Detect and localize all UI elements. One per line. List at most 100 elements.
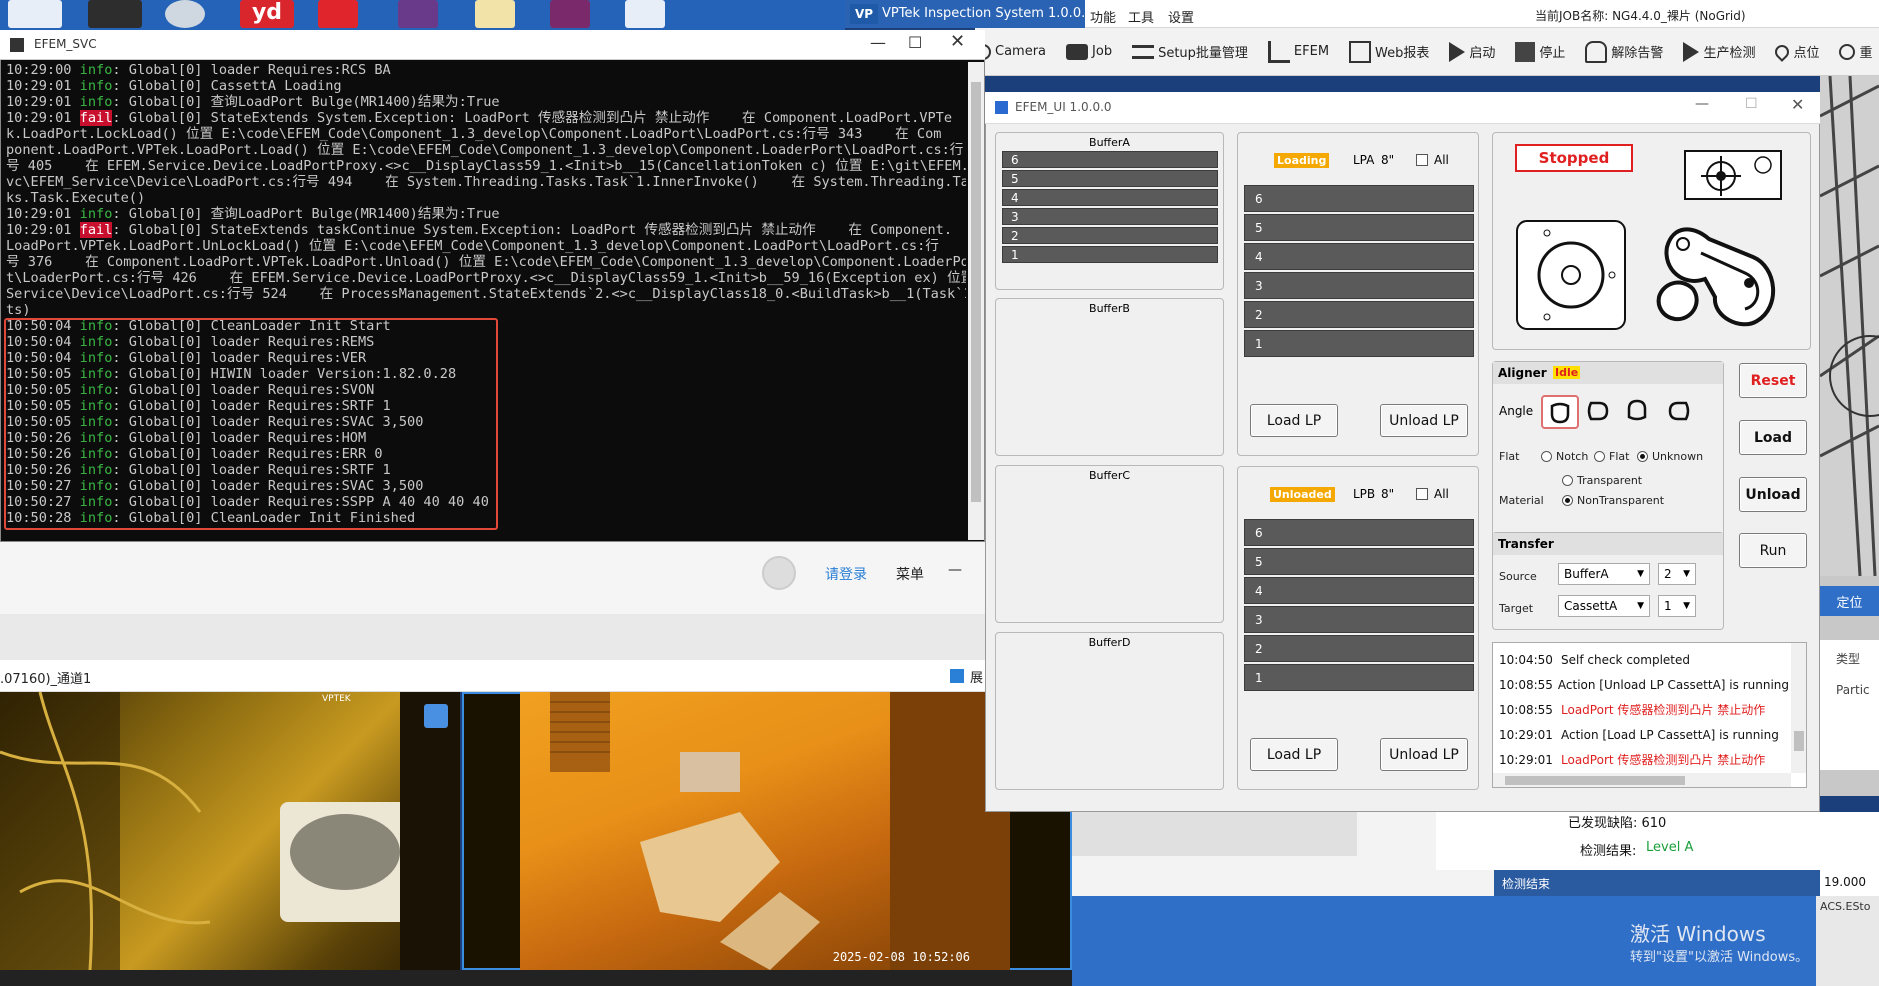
- lpa-slot[interactable]: 5: [1244, 214, 1474, 241]
- buffer-a-slot[interactable]: 3: [1002, 208, 1218, 225]
- console-message: : Global[0] loader Requires:RCS BA: [112, 62, 391, 78]
- target-label: Target: [1499, 602, 1534, 615]
- result-info: 已发现缺陷: 610 检测结果: Level A: [1436, 812, 1879, 870]
- angle-0-button[interactable]: [1541, 395, 1579, 429]
- lpb-slot[interactable]: 5: [1244, 548, 1474, 575]
- buffer-a-slot[interactable]: 4: [1002, 189, 1218, 206]
- log-vscroll-thumb[interactable]: [1794, 731, 1804, 751]
- maximize-icon[interactable]: ☐: [1745, 96, 1758, 112]
- target-slot-select[interactable]: 1 ▼: [1658, 595, 1696, 617]
- folder-icon[interactable]: [475, 0, 515, 28]
- toolbar-job-button[interactable]: Job: [1066, 43, 1112, 60]
- minimize-icon[interactable]: —: [870, 33, 886, 52]
- flat-label: Flat: [1499, 450, 1520, 463]
- angle-90-button[interactable]: [1585, 399, 1609, 427]
- close-icon[interactable]: ✕: [950, 31, 965, 52]
- minimize-button[interactable]: —: [948, 562, 962, 578]
- buffer-a-slot[interactable]: 5: [1002, 170, 1218, 187]
- transparent-radio[interactable]: [1562, 475, 1573, 486]
- robot-panel: Stopped: [1492, 132, 1811, 350]
- lpa-slot[interactable]: 2: [1244, 301, 1474, 328]
- log-vscroll[interactable]: [1791, 643, 1806, 773]
- lpb-slots: 654321: [1244, 519, 1474, 693]
- menu-settings[interactable]: 设置: [1168, 7, 1194, 26]
- lpb-slot[interactable]: 6: [1244, 519, 1474, 546]
- lpb-all-checkbox[interactable]: [1416, 488, 1428, 500]
- unload-button[interactable]: Unload: [1739, 477, 1807, 512]
- red-app-icon[interactable]: [318, 0, 358, 28]
- menu-function[interactable]: 功能: [1090, 7, 1116, 26]
- toolbar-stop-button[interactable]: 停止: [1515, 41, 1565, 62]
- maximize-icon[interactable]: ☐: [908, 33, 922, 52]
- checkbox[interactable]: [950, 669, 964, 683]
- lpa-slot[interactable]: 3: [1244, 272, 1474, 299]
- lpb-slot[interactable]: 1: [1244, 664, 1474, 691]
- camera-icon[interactable]: [165, 0, 205, 28]
- lpb-slot[interactable]: 2: [1244, 635, 1474, 662]
- buffer-a-slot[interactable]: 6: [1002, 151, 1218, 168]
- reset-button[interactable]: Reset: [1739, 363, 1807, 398]
- lpa-slot[interactable]: 4: [1244, 243, 1474, 270]
- load-button[interactable]: Load: [1739, 420, 1807, 455]
- buffer-a-slot[interactable]: 2: [1002, 227, 1218, 244]
- winrar-icon[interactable]: [398, 0, 438, 28]
- buffer-d-title: BufferD: [1088, 636, 1131, 649]
- menu-tools[interactable]: 工具: [1128, 7, 1154, 26]
- toolbar-web-report-button[interactable]: Web报表: [1349, 40, 1429, 63]
- scroll-thumb[interactable]: [971, 82, 981, 502]
- toolbar-production-button[interactable]: 生产检测: [1683, 41, 1755, 62]
- toolbar-efem-button[interactable]: EFEM: [1267, 40, 1329, 63]
- toolbar-camera-button[interactable]: Camera: [975, 43, 1046, 60]
- toolbar-point-button[interactable]: 点位: [1772, 41, 1819, 62]
- toolbar-start-button[interactable]: 启动: [1449, 41, 1495, 62]
- login-link[interactable]: 请登录: [825, 564, 867, 584]
- avatar[interactable]: [762, 556, 796, 590]
- source-label: Source: [1499, 570, 1537, 583]
- camera-feed-1[interactable]: VPTEK: [0, 692, 460, 970]
- angle-180-button[interactable]: [1625, 399, 1649, 427]
- menu-link[interactable]: 菜单: [896, 564, 924, 584]
- winrar-icon[interactable]: [550, 0, 590, 28]
- close-icon[interactable]: ✕: [1791, 95, 1804, 114]
- buffer-a-slot[interactable]: 1: [1002, 246, 1218, 263]
- lpa-all-checkbox[interactable]: [1416, 154, 1428, 166]
- app-icon[interactable]: [8, 0, 62, 28]
- list-icon: [1132, 44, 1155, 59]
- switch-icon[interactable]: [424, 704, 448, 728]
- log-hscroll[interactable]: [1493, 773, 1791, 787]
- channel-label: .07160)_通道1: [0, 672, 92, 687]
- toolbar-clear-alarm-button[interactable]: 解除告警: [1585, 40, 1663, 63]
- lpa-slot[interactable]: 1: [1244, 330, 1474, 357]
- lpb-load-button[interactable]: Load LP: [1250, 738, 1338, 771]
- lpa-slot[interactable]: 6: [1244, 185, 1474, 212]
- acs-label: ACS.ESto: [1816, 896, 1879, 986]
- run-button[interactable]: Run: [1739, 533, 1807, 568]
- locate-button[interactable]: 定位: [1820, 586, 1879, 616]
- flat-radio[interactable]: [1594, 451, 1605, 462]
- lpa-status: Loading: [1274, 153, 1330, 168]
- lpb-slot[interactable]: 4: [1244, 577, 1474, 604]
- log-time: 10:29:01: [1499, 752, 1553, 767]
- target-select[interactable]: CassettA ▼: [1558, 595, 1650, 617]
- notch-radio[interactable]: [1541, 451, 1552, 462]
- lpa-load-button[interactable]: Load LP: [1250, 404, 1338, 437]
- source-slot-value: 2: [1664, 567, 1672, 581]
- unknown-radio[interactable]: [1637, 451, 1648, 462]
- toolbar-refresh-button[interactable]: 重: [1839, 42, 1872, 61]
- nontransparent-radio[interactable]: [1562, 495, 1573, 506]
- lpb-slot[interactable]: 3: [1244, 606, 1474, 633]
- source-select[interactable]: BufferA ▼: [1558, 563, 1650, 585]
- log-hscroll-thumb[interactable]: [1505, 776, 1685, 785]
- toolbar-setup-button[interactable]: Setup批量管理: [1132, 42, 1248, 61]
- source-slot-select[interactable]: 2 ▼: [1658, 563, 1696, 585]
- console-line: 10:29:01 info: Global[0] 查询LoadPort Bulg…: [6, 94, 966, 110]
- document-icon[interactable]: [625, 0, 665, 28]
- angle-270-button[interactable]: [1668, 399, 1692, 427]
- lpb-unload-button[interactable]: Unload LP: [1380, 738, 1468, 771]
- minimize-icon[interactable]: —: [1695, 96, 1709, 112]
- transfer-panel: Transfer Source BufferA ▼ 2 ▼ Target Casse…: [1492, 532, 1724, 630]
- console-scrollbar[interactable]: [968, 62, 984, 540]
- yd-icon[interactable]: yd: [240, 0, 294, 28]
- lpa-unload-button[interactable]: Unload LP: [1380, 404, 1468, 437]
- camera-icon[interactable]: [88, 0, 142, 28]
